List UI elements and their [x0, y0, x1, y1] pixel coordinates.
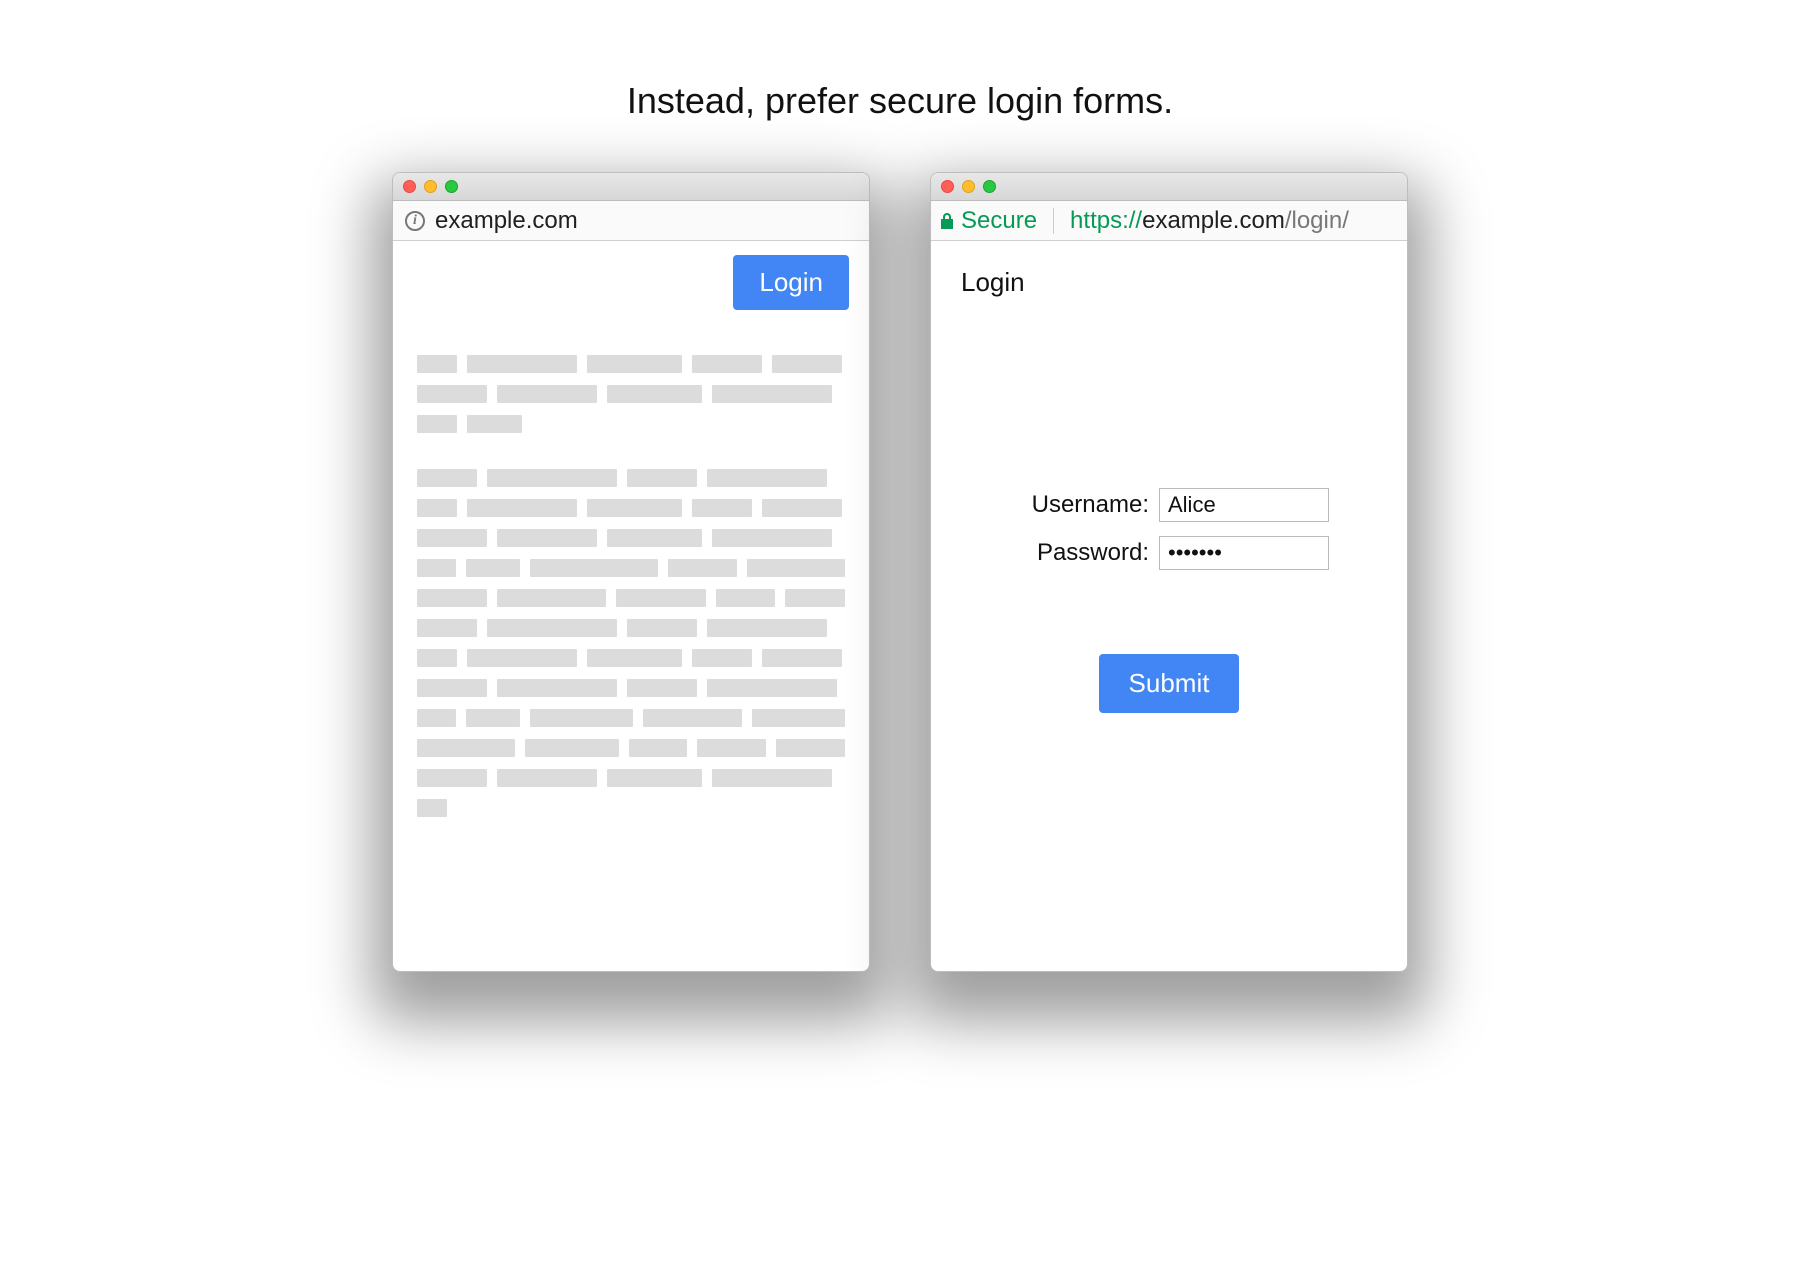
- page-content: Login Username: Password: Submit: [931, 241, 1407, 971]
- traffic-zoom-icon[interactable]: [983, 180, 996, 193]
- lock-icon: [939, 212, 955, 230]
- insecure-browser-window: i example.com Login: [392, 172, 870, 972]
- username-field[interactable]: [1159, 488, 1329, 522]
- traffic-close-icon[interactable]: [403, 180, 416, 193]
- url-text: https://example.com/login/: [1070, 207, 1349, 235]
- submit-button[interactable]: Submit: [1099, 654, 1240, 713]
- login-button[interactable]: Login: [733, 255, 849, 310]
- address-bar[interactable]: Secure https://example.com/login/: [931, 201, 1407, 241]
- secure-browser-window: Secure https://example.com/login/ Login …: [930, 172, 1408, 972]
- page-content: Login: [393, 241, 869, 971]
- password-field[interactable]: [1159, 536, 1329, 570]
- address-divider: [1053, 208, 1054, 234]
- login-form: Username: Password: Submit: [955, 488, 1383, 713]
- url-text: example.com: [435, 207, 578, 235]
- address-bar[interactable]: i example.com: [393, 201, 869, 241]
- window-titlebar: [393, 173, 869, 201]
- secure-label: Secure: [961, 207, 1037, 235]
- comparison-windows: i example.com Login: [260, 172, 1540, 972]
- traffic-zoom-icon[interactable]: [445, 180, 458, 193]
- site-info-icon[interactable]: i: [405, 211, 425, 231]
- password-label: Password:: [1009, 539, 1149, 567]
- url-host: example.com: [1142, 207, 1285, 234]
- placeholder-paragraph: [417, 355, 845, 433]
- url-path: /login/: [1285, 207, 1349, 234]
- traffic-minimize-icon[interactable]: [424, 180, 437, 193]
- headline: Instead, prefer secure login forms.: [260, 80, 1540, 122]
- username-label: Username:: [1009, 491, 1149, 519]
- login-page-title: Login: [961, 267, 1383, 298]
- placeholder-paragraph: [417, 469, 845, 817]
- window-titlebar: [931, 173, 1407, 201]
- traffic-close-icon[interactable]: [941, 180, 954, 193]
- url-scheme: https://: [1070, 207, 1142, 234]
- secure-badge[interactable]: Secure: [939, 207, 1037, 235]
- traffic-minimize-icon[interactable]: [962, 180, 975, 193]
